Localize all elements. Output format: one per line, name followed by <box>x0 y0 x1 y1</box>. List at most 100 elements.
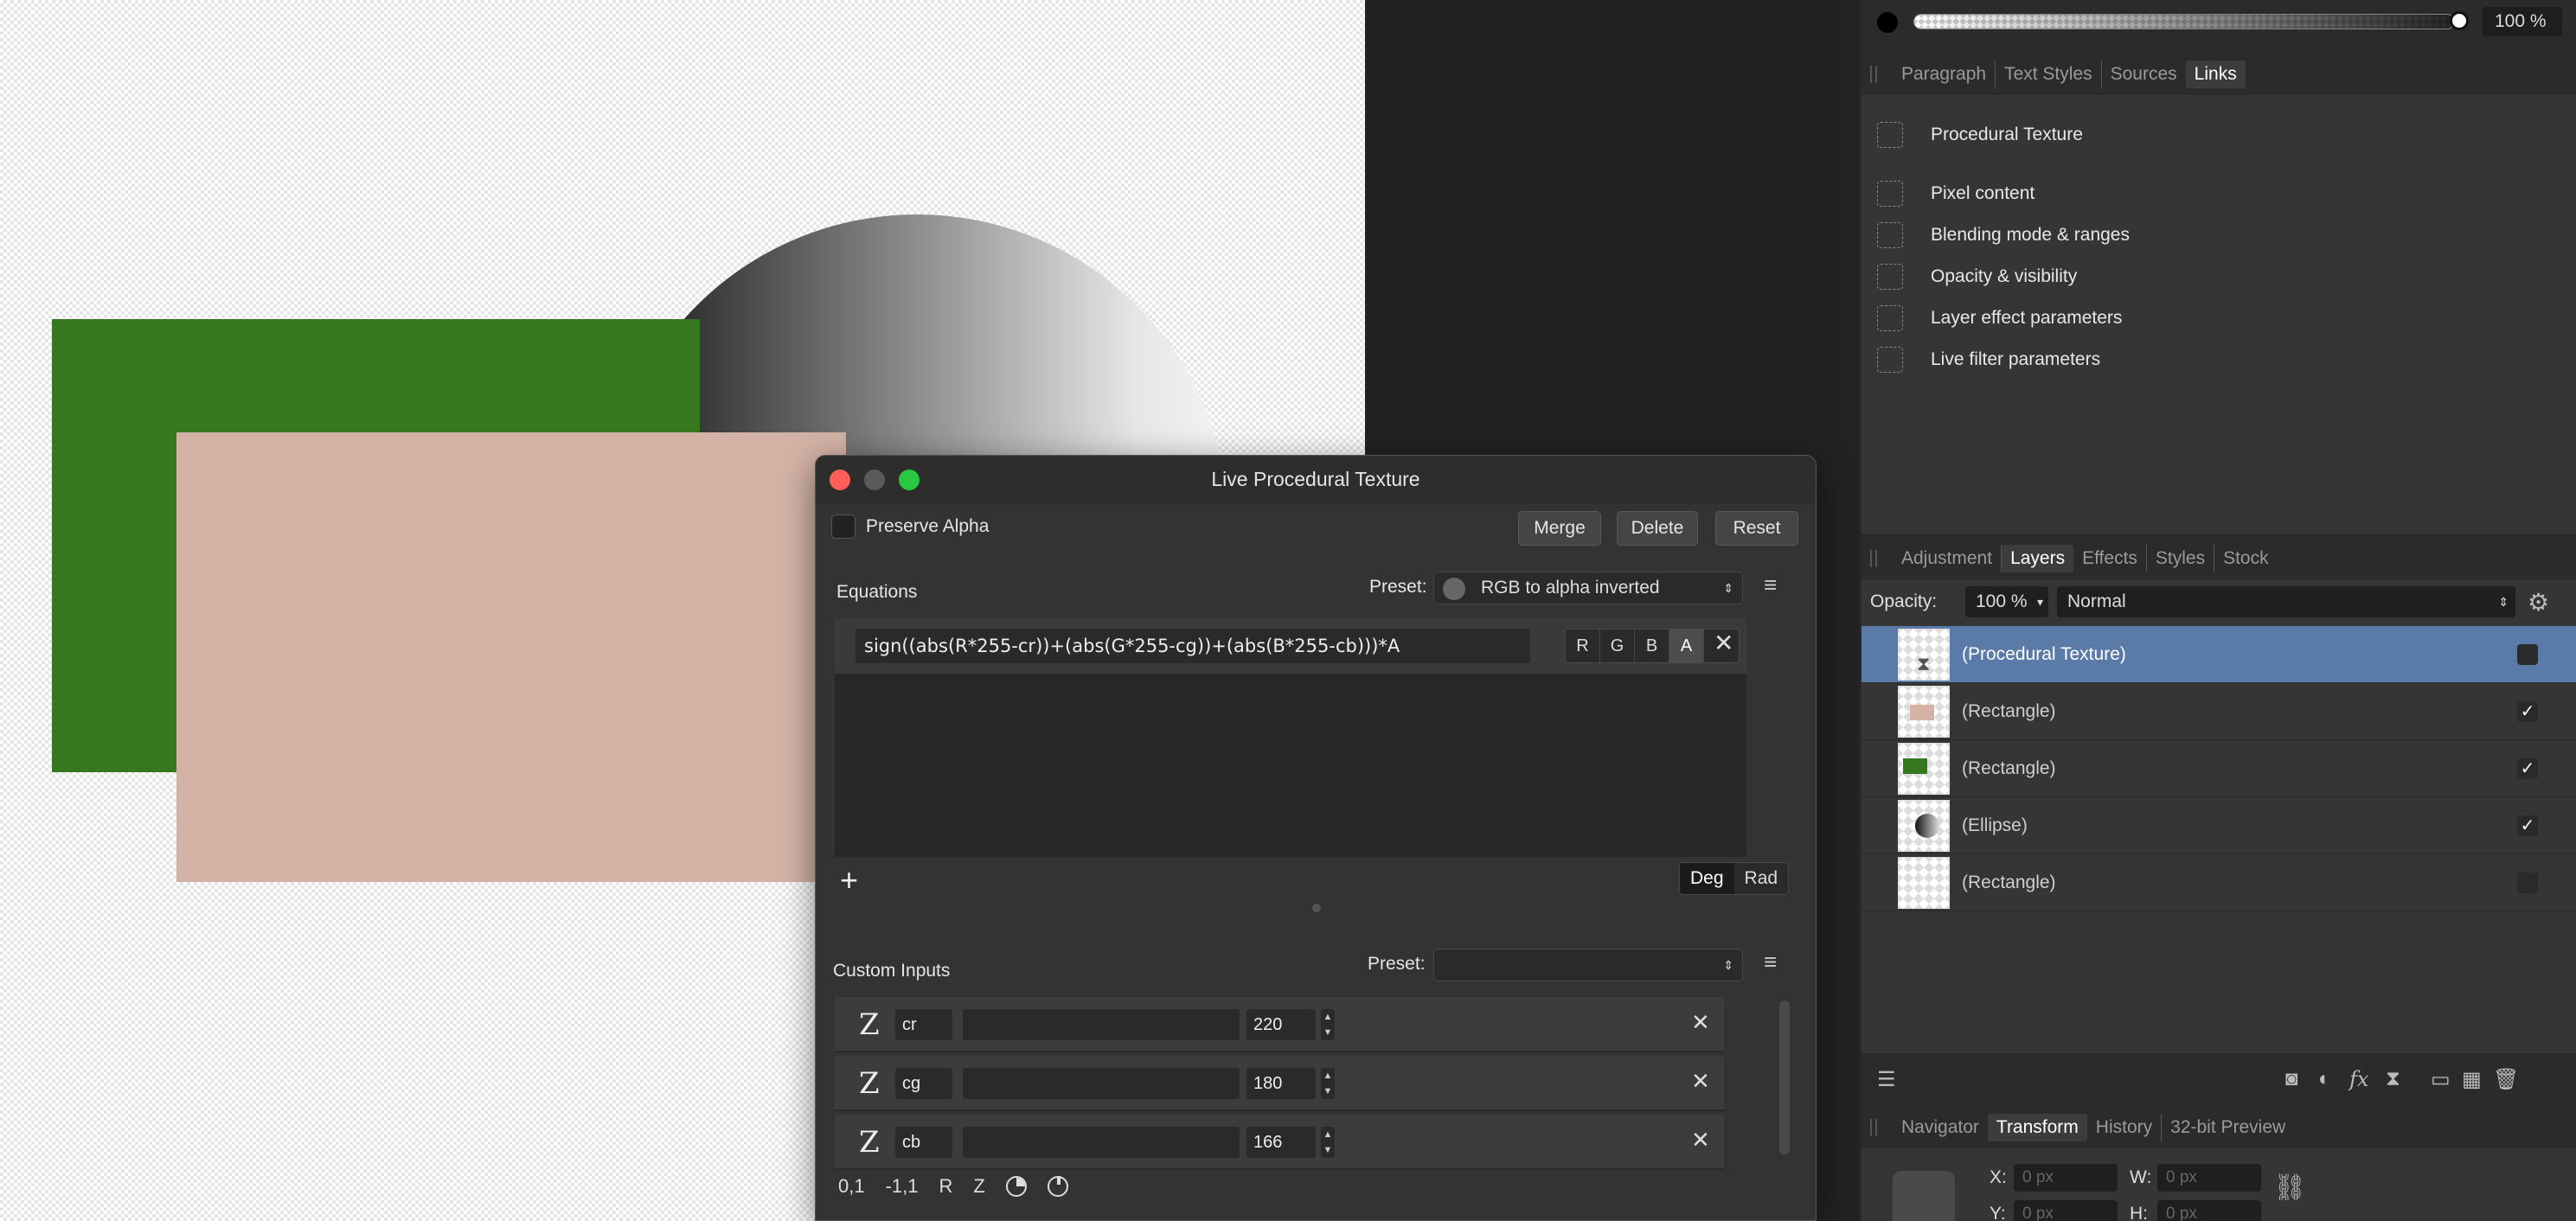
layer-opacity-dropdown[interactable]: 100 % ▾ <box>1965 586 2048 617</box>
tab-styles[interactable]: Styles <box>2147 545 2215 572</box>
link-item-opacity[interactable]: Opacity & visibility <box>1877 259 2077 294</box>
value-stepper[interactable]: ▲ ▼ <box>1321 1009 1335 1040</box>
link-item-layer-effect[interactable]: Layer effect parameters <box>1877 301 2122 336</box>
remove-equation-icon[interactable]: ✕ <box>1714 629 1733 657</box>
layer-visibility-checkbox[interactable] <box>2517 872 2538 893</box>
input-name-field[interactable]: cr <box>895 1009 952 1040</box>
link-checkbox[interactable] <box>1877 181 1903 207</box>
layer-visibility-checkbox[interactable]: ✓ <box>2517 815 2538 836</box>
split-handle[interactable] <box>1312 904 1321 912</box>
custom-inputs-preset-dropdown[interactable]: ⇕ <box>1433 949 1743 981</box>
equations-preset-dropdown[interactable]: RGB to alpha inverted ⇕ <box>1433 572 1743 604</box>
tab-transform[interactable]: Transform <box>1987 1114 2087 1141</box>
tab-32bit-preview[interactable]: 32-bit Preview <box>2162 1114 2294 1141</box>
input-value-field[interactable]: 180 <box>1246 1068 1316 1099</box>
link-checkbox[interactable] <box>1877 222 1903 248</box>
add-r-input-button[interactable]: R <box>939 1175 953 1198</box>
y-field[interactable]: 0 px <box>2014 1200 2118 1221</box>
w-field[interactable]: 0 px <box>2157 1164 2261 1192</box>
pixel-layer-icon[interactable]: ▦ <box>2462 1067 2482 1092</box>
add-angle-input-icon[interactable] <box>1005 1176 1027 1197</box>
remove-input-icon[interactable]: ✕ <box>1691 1068 1710 1095</box>
link-checkbox[interactable] <box>1877 122 1903 148</box>
layer-visibility-checkbox[interactable] <box>2517 643 2538 665</box>
opacity-slider[interactable] <box>1913 14 2455 29</box>
tab-adjustment[interactable]: Adjustment <box>1893 545 2002 572</box>
anchor-selector-icon[interactable] <box>1893 1171 1955 1221</box>
merge-button[interactable]: Merge <box>1518 511 1601 546</box>
remove-input-icon[interactable]: ✕ <box>1691 1127 1710 1154</box>
tab-navigator[interactable]: Navigator <box>1893 1114 1988 1141</box>
deg-option[interactable]: Deg <box>1680 863 1734 894</box>
link-checkbox[interactable] <box>1877 347 1903 373</box>
add-z-input-button[interactable]: Z <box>973 1175 984 1198</box>
layers-stack-icon[interactable]: ☰ <box>1877 1067 1896 1092</box>
input-value-field[interactable]: 220 <box>1246 1009 1316 1040</box>
input-name-field[interactable]: cg <box>895 1068 952 1099</box>
panel-grip-icon[interactable] <box>1870 66 1877 83</box>
mask-icon[interactable]: ◙ <box>2285 1067 2298 1091</box>
link-item-procedural-texture[interactable]: Procedural Texture <box>1877 118 2083 152</box>
adjustment-icon[interactable]: ◐ <box>2318 1067 2331 1091</box>
live-filter-icon[interactable]: ⧗ <box>2386 1067 2400 1091</box>
input-slider[interactable] <box>963 1009 1240 1040</box>
delete-button[interactable]: Delete <box>1617 511 1698 546</box>
channel-b-toggle[interactable]: B <box>1635 630 1669 662</box>
tab-stock[interactable]: Stock <box>2214 545 2278 572</box>
layer-row[interactable]: (Rectangle) ✓ <box>1862 683 2576 740</box>
x-field[interactable]: 0 px <box>2014 1164 2118 1192</box>
equation-input[interactable]: sign((abs(R*255-cr))+(abs(G*255-cg))+(ab… <box>855 629 1530 663</box>
panel-grip-icon[interactable] <box>1870 1119 1877 1136</box>
tab-paragraph[interactable]: Paragraph <box>1893 61 1996 88</box>
channel-a-toggle[interactable]: A <box>1669 630 1704 662</box>
opacity-slider-handle[interactable] <box>2450 11 2469 30</box>
input-name-field[interactable]: cb <box>895 1127 952 1158</box>
preset-menu-icon[interactable]: ≡ <box>1764 572 1777 598</box>
tab-history[interactable]: History <box>2087 1114 2163 1141</box>
input-value-field[interactable]: 166 <box>1246 1127 1316 1158</box>
tab-sources[interactable]: Sources <box>2102 61 2186 88</box>
add-direction-input-icon[interactable] <box>1047 1176 1068 1197</box>
channel-r-toggle[interactable]: R <box>1566 630 1600 662</box>
tab-layers[interactable]: Layers <box>2002 545 2074 572</box>
link-chain-icon[interactable]: ⛓ <box>2273 1173 2306 1203</box>
rad-option[interactable]: Rad <box>1734 863 1789 894</box>
add-0-1-input-button[interactable]: 0,1 <box>838 1175 865 1198</box>
layer-visibility-checkbox[interactable]: ✓ <box>2517 758 2538 779</box>
folder-icon[interactable]: ▭ <box>2431 1067 2451 1092</box>
dialog-titlebar[interactable]: Live Procedural Texture <box>816 456 1816 504</box>
color-swatch[interactable] <box>1877 12 1898 33</box>
value-stepper[interactable]: ▲ ▼ <box>1321 1068 1335 1099</box>
tab-links[interactable]: Links <box>2185 61 2246 88</box>
custom-input-row[interactable]: Z cg 180 ▲ ▼ ✕ <box>835 1056 1724 1111</box>
input-slider[interactable] <box>963 1068 1240 1099</box>
link-item-blending[interactable]: Blending mode & ranges <box>1877 218 2130 253</box>
layer-row[interactable]: ⧗ (Procedural Texture) <box>1862 626 2576 683</box>
trash-icon[interactable]: 🗑 <box>2493 1067 2519 1092</box>
custom-inputs-scrollbar[interactable] <box>1779 1000 1790 1154</box>
link-checkbox[interactable] <box>1877 305 1903 331</box>
remove-input-icon[interactable]: ✕ <box>1691 1009 1710 1036</box>
layer-row[interactable]: (Rectangle) ✓ <box>1862 740 2576 797</box>
add-equation-button[interactable]: + <box>840 862 858 898</box>
add-minus1-1-input-button[interactable]: -1,1 <box>886 1175 919 1198</box>
layer-row[interactable]: (Rectangle) <box>1862 854 2576 911</box>
panel-grip-icon[interactable] <box>1870 550 1877 567</box>
value-stepper[interactable]: ▲ ▼ <box>1321 1127 1335 1158</box>
layer-visibility-checkbox[interactable]: ✓ <box>2517 700 2538 722</box>
layer-row[interactable]: (Ellipse) ✓ <box>1862 797 2576 854</box>
opacity-value-field[interactable]: 100 % <box>2483 7 2562 36</box>
blend-mode-dropdown[interactable]: Normal ⇕ <box>2057 586 2515 617</box>
h-field[interactable]: 0 px <box>2157 1200 2261 1221</box>
tab-effects[interactable]: Effects <box>2073 545 2147 572</box>
preserve-alpha-checkbox[interactable] <box>831 515 855 539</box>
reset-button[interactable]: Reset <box>1715 511 1798 546</box>
link-item-pixel-content[interactable]: Pixel content <box>1877 176 2035 211</box>
link-checkbox[interactable] <box>1877 264 1903 290</box>
gear-icon[interactable]: ⚙ <box>2528 588 2549 617</box>
custom-input-row[interactable]: Z cb 166 ▲ ▼ ✕ <box>835 1115 1724 1170</box>
fx-icon[interactable]: fx <box>2349 1067 2368 1091</box>
link-item-live-filter[interactable]: Live filter parameters <box>1877 342 2100 377</box>
custom-input-row[interactable]: Z cr 220 ▲ ▼ ✕ <box>835 997 1724 1052</box>
channel-g-toggle[interactable]: G <box>1600 630 1635 662</box>
